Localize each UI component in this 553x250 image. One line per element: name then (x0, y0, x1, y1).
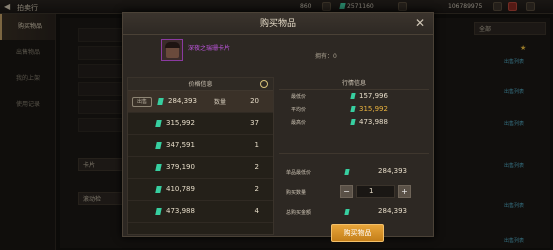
price-row[interactable]: 出售 284,393 数量 20 (128, 91, 273, 113)
minus-button[interactable]: − (340, 185, 353, 198)
dialog-title: 购买物品 (259, 19, 296, 29)
gem-icon (155, 142, 162, 149)
plus-button[interactable]: + (398, 185, 411, 198)
price-row[interactable]: 379,190 2 (128, 157, 273, 179)
price-info-header: 价格信息 (128, 78, 273, 91)
buy-item-dialog: 购买物品 ✕ 深夜之瑞珊卡片 拥有：0 价格信息 出售 284,393 数量 2… (122, 12, 434, 242)
gem-icon (157, 98, 164, 105)
owned-count: 拥有：0 (315, 53, 337, 60)
price-row[interactable]: 347,591 1 (128, 135, 273, 157)
item-name: 深夜之瑞珊卡片 (188, 45, 231, 52)
price-row[interactable]: 473,988 4 (128, 201, 273, 223)
gem-icon (350, 119, 356, 125)
price-row[interactable]: 315,992 37 (128, 113, 273, 135)
qty-value: 4 (254, 207, 259, 215)
sale-tag: 出售 (132, 97, 152, 107)
buy-section: 单品最低价 284,393 购买数量 − 1 + 总购买金额 284,393 购… (279, 153, 429, 242)
stat-row-min: 最低价 157,996 (291, 92, 388, 100)
price-value: 284,393 (168, 97, 197, 105)
quantity-input[interactable]: 1 (356, 185, 395, 198)
dialog-header: 购买物品 (123, 13, 433, 35)
qty-label: 数量 (214, 99, 227, 106)
qty-value: 1 (254, 141, 259, 149)
price-value: 379,190 (166, 163, 195, 171)
price-value: 315,992 (166, 119, 195, 127)
price-list-panel: 价格信息 出售 284,393 数量 20 315,992 37 347,591… (127, 77, 274, 235)
market-info-title: 行情信息 (279, 77, 429, 90)
gem-icon (344, 209, 350, 215)
price-row[interactable]: 410,789 2 (128, 179, 273, 201)
price-value: 347,591 (166, 141, 195, 149)
price-value: 473,988 (166, 207, 195, 215)
gem-icon (155, 164, 162, 171)
gem-icon (155, 186, 162, 193)
buy-button[interactable]: 购买物品 (331, 224, 384, 242)
item-card-icon (161, 39, 183, 61)
gem-icon (350, 106, 356, 112)
buy-qty-label: 购买数量 (286, 190, 307, 196)
qty-value: 2 (254, 185, 259, 193)
quantity-stepper: − 1 + (340, 185, 412, 198)
price-value: 410,789 (166, 185, 195, 193)
unit-price-value: 284,393 (378, 167, 407, 175)
total-value: 284,393 (378, 207, 407, 215)
refresh-icon[interactable] (260, 80, 268, 88)
close-icon[interactable]: ✕ (415, 16, 425, 30)
gem-icon (350, 93, 356, 99)
qty-value: 20 (250, 97, 259, 105)
stat-row-avg: 平均价 315,992 (291, 105, 388, 113)
gem-icon (155, 208, 162, 215)
qty-value: 2 (254, 163, 259, 171)
stat-row-max: 最高价 473,988 (291, 118, 388, 126)
qty-value: 37 (250, 119, 259, 127)
gem-icon (155, 120, 162, 127)
gem-icon (344, 169, 350, 175)
unit-price-label: 单品最低价 (286, 170, 312, 176)
total-label: 总购买金额 (286, 210, 312, 216)
